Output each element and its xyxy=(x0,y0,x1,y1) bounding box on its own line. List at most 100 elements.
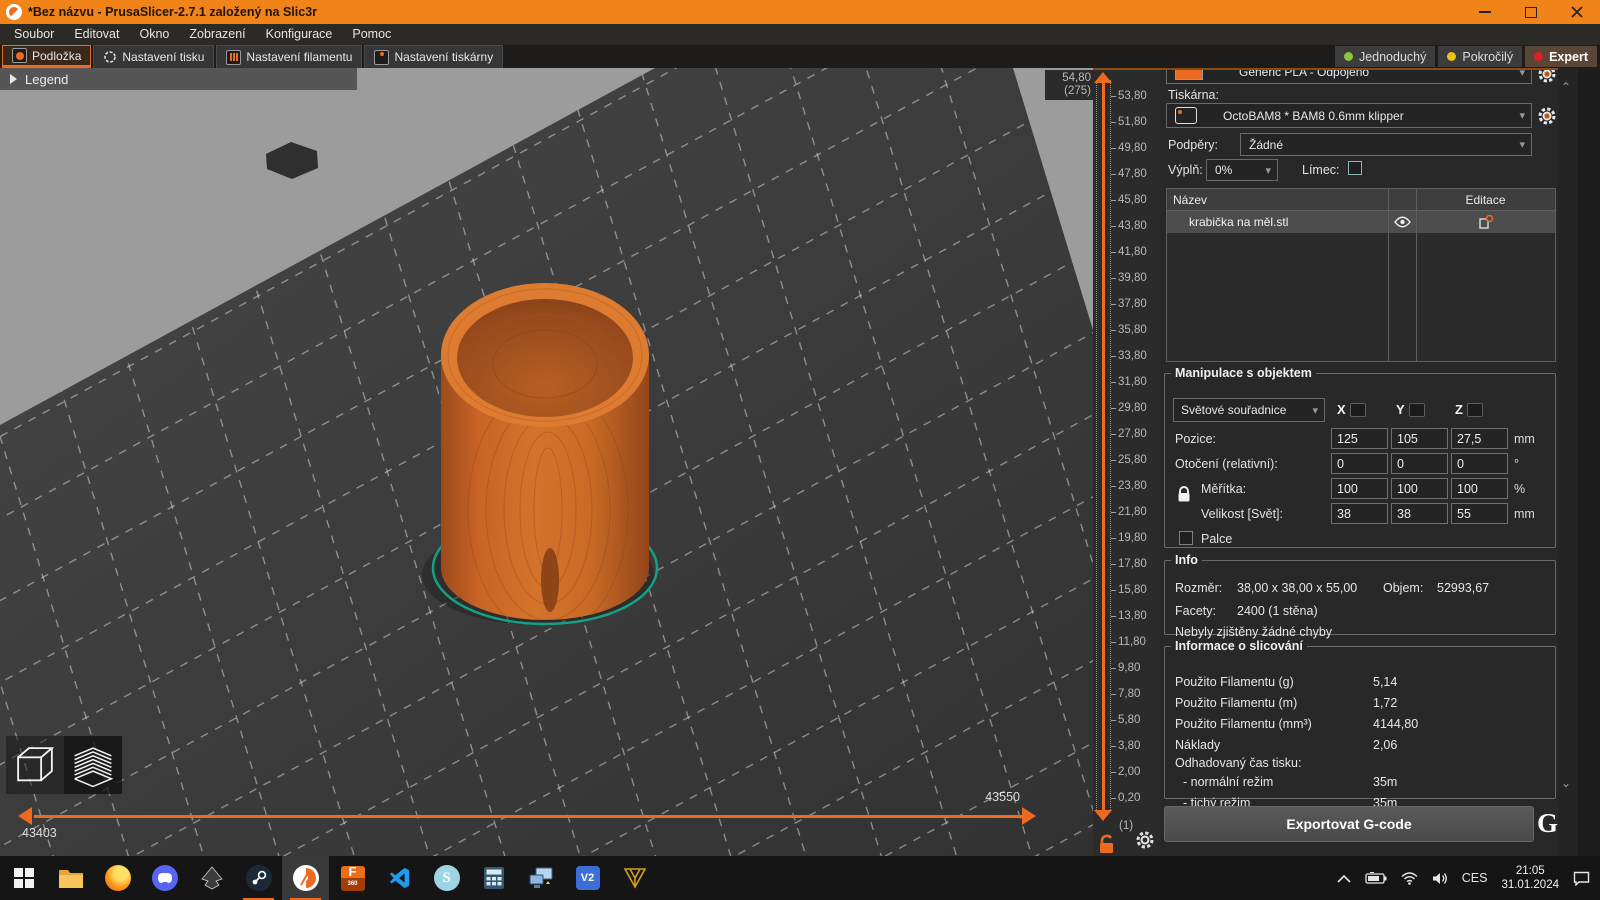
start-button[interactable] xyxy=(0,856,47,900)
coordinate-system-select[interactable]: Světové souřadnice ▾ xyxy=(1173,398,1325,422)
title-bar: *Bez názvu - PrusaSlicer-2.7.1 založený … xyxy=(0,0,1600,24)
position-x-input[interactable]: 125 xyxy=(1331,428,1388,449)
mode-label: Pokročilý xyxy=(1462,50,1513,64)
filament-gear-icon[interactable] xyxy=(1537,68,1557,84)
3d-view-button[interactable] xyxy=(6,736,64,794)
edit-object-icon[interactable] xyxy=(1478,215,1494,230)
filament-select[interactable]: Generic PLA - Odpojeno ▾ xyxy=(1166,68,1532,84)
language-indicator[interactable]: CES xyxy=(1462,871,1488,885)
volume-label: Objem: xyxy=(1383,581,1423,595)
h-slider-track[interactable] xyxy=(34,815,1022,818)
printer-gear-icon[interactable] xyxy=(1537,106,1557,126)
inches-checkbox[interactable] xyxy=(1179,531,1193,545)
info-group: Info Rozměr: 38,00 x 38,00 x 55,00 Objem… xyxy=(1164,553,1556,635)
inkscape-button[interactable] xyxy=(188,856,235,900)
mode-expert-button[interactable]: Expert xyxy=(1525,46,1597,67)
advanced-mode-dot-icon xyxy=(1447,52,1456,61)
menu-item[interactable]: Konfigurace xyxy=(256,24,343,45)
steam-button[interactable] xyxy=(235,856,282,900)
remote-desktop-button[interactable] xyxy=(517,856,564,900)
menu-item[interactable]: Zobrazení xyxy=(179,24,255,45)
filament-settings-icon xyxy=(226,50,241,65)
panel-scrollbar[interactable]: ⌃ ⌄ xyxy=(1558,68,1578,856)
printer-select[interactable]: OctoBAM8 * BAM8 0.6mm klipper ▾ xyxy=(1166,103,1532,128)
scale-y-input[interactable]: 100 xyxy=(1391,478,1448,499)
vnc-button[interactable]: V2 xyxy=(564,856,611,900)
tab-print-settings[interactable]: Nastavení tisku xyxy=(93,45,214,68)
prusaslicer-taskbar-button[interactable] xyxy=(282,856,329,900)
legend-panel[interactable]: Legend xyxy=(0,68,357,90)
layer-tick: 15,80 xyxy=(1118,584,1147,596)
h-slider-right-handle[interactable] xyxy=(1022,807,1036,825)
scale-x-input[interactable]: 100 xyxy=(1331,478,1388,499)
discord-button[interactable] xyxy=(141,856,188,900)
h-slider-left-handle[interactable] xyxy=(18,807,32,825)
object-row[interactable]: krabička na měl.stl xyxy=(1167,211,1555,233)
3d-viewport[interactable]: Legend 43550 43403 xyxy=(0,68,1093,856)
close-button[interactable] xyxy=(1554,0,1600,24)
maximize-button[interactable] xyxy=(1508,0,1554,24)
tab-filament-settings[interactable]: Nastavení filamentu xyxy=(216,45,362,68)
supports-select[interactable]: Žádné ▾ xyxy=(1240,133,1532,156)
header-edit: Editace xyxy=(1416,193,1555,207)
slider-gear-icon[interactable] xyxy=(1135,830,1155,850)
calculator-button[interactable] xyxy=(470,856,517,900)
tab-printer-settings[interactable]: Nastavení tiskárny xyxy=(364,45,503,68)
menu-item[interactable]: Okno xyxy=(129,24,179,45)
windows-icon xyxy=(14,868,34,888)
position-y-input[interactable]: 105 xyxy=(1391,428,1448,449)
unlock-icon[interactable] xyxy=(1098,834,1116,854)
layers-view-button[interactable] xyxy=(64,736,122,794)
triangle-app-button[interactable] xyxy=(611,856,658,900)
speaker-icon[interactable] xyxy=(1432,872,1448,885)
position-z-input[interactable]: 27,5 xyxy=(1451,428,1508,449)
layer-slider-top-handle[interactable] xyxy=(1094,72,1112,83)
rotation-z-input[interactable]: 0 xyxy=(1451,453,1508,474)
infill-select[interactable]: 0% ▾ xyxy=(1206,159,1278,181)
battery-icon[interactable] xyxy=(1365,872,1387,884)
wifi-icon[interactable] xyxy=(1401,872,1418,885)
axis-y-icon[interactable] xyxy=(1409,403,1425,417)
file-explorer-button[interactable] xyxy=(47,856,94,900)
rotation-x-input[interactable]: 0 xyxy=(1331,453,1388,474)
axis-z-icon[interactable] xyxy=(1467,403,1483,417)
scroll-up-icon[interactable]: ⌃ xyxy=(1561,80,1571,94)
tab-plater[interactable]: Podložka xyxy=(2,45,91,68)
fusion360-button[interactable]: F360 xyxy=(329,856,376,900)
size-unit: mm xyxy=(1514,507,1535,521)
layer-slider-bottom-handle[interactable] xyxy=(1094,810,1112,821)
s-app-button[interactable]: S xyxy=(423,856,470,900)
minimize-button[interactable] xyxy=(1462,0,1508,24)
size-x-input[interactable]: 38 xyxy=(1331,503,1388,524)
export-gcode-button[interactable]: Exportovat G-code xyxy=(1164,806,1534,842)
clock[interactable]: 21:05 31.01.2024 xyxy=(1501,864,1559,892)
lock-scale-icon[interactable] xyxy=(1177,486,1191,503)
time: 21:05 xyxy=(1501,864,1559,878)
size-z-input[interactable]: 55 xyxy=(1451,503,1508,524)
layer-slider-track[interactable] xyxy=(1102,78,1105,814)
maximize-icon xyxy=(1525,7,1537,18)
menu-item[interactable]: Soubor xyxy=(4,24,64,45)
gcode-icon[interactable]: G xyxy=(1536,802,1558,844)
menu-item[interactable]: Pomoc xyxy=(342,24,401,45)
menu-item[interactable]: Editovat xyxy=(64,24,129,45)
eye-icon[interactable] xyxy=(1394,216,1411,228)
sliced-info-title: Informace o slicování xyxy=(1171,639,1307,653)
triangle-app-icon xyxy=(623,867,647,889)
cube-icon xyxy=(12,742,58,788)
vscode-button[interactable] xyxy=(376,856,423,900)
axis-x-icon[interactable] xyxy=(1350,403,1366,417)
scroll-down-icon[interactable]: ⌄ xyxy=(1561,776,1571,790)
scale-z-input[interactable]: 100 xyxy=(1451,478,1508,499)
simple-mode-dot-icon xyxy=(1344,52,1353,61)
chevron-down-icon: ▾ xyxy=(1519,109,1525,122)
size-y-input[interactable]: 38 xyxy=(1391,503,1448,524)
tray-chevron-icon[interactable] xyxy=(1337,874,1351,883)
rotation-y-input[interactable]: 0 xyxy=(1391,453,1448,474)
notification-center-icon[interactable] xyxy=(1573,871,1590,886)
mode-simple-button[interactable]: Jednoduchý xyxy=(1335,46,1435,67)
firefox-button[interactable] xyxy=(94,856,141,900)
model-cylinder[interactable] xyxy=(420,275,670,635)
brim-checkbox[interactable] xyxy=(1348,161,1362,175)
mode-advanced-button[interactable]: Pokročilý xyxy=(1438,46,1522,67)
